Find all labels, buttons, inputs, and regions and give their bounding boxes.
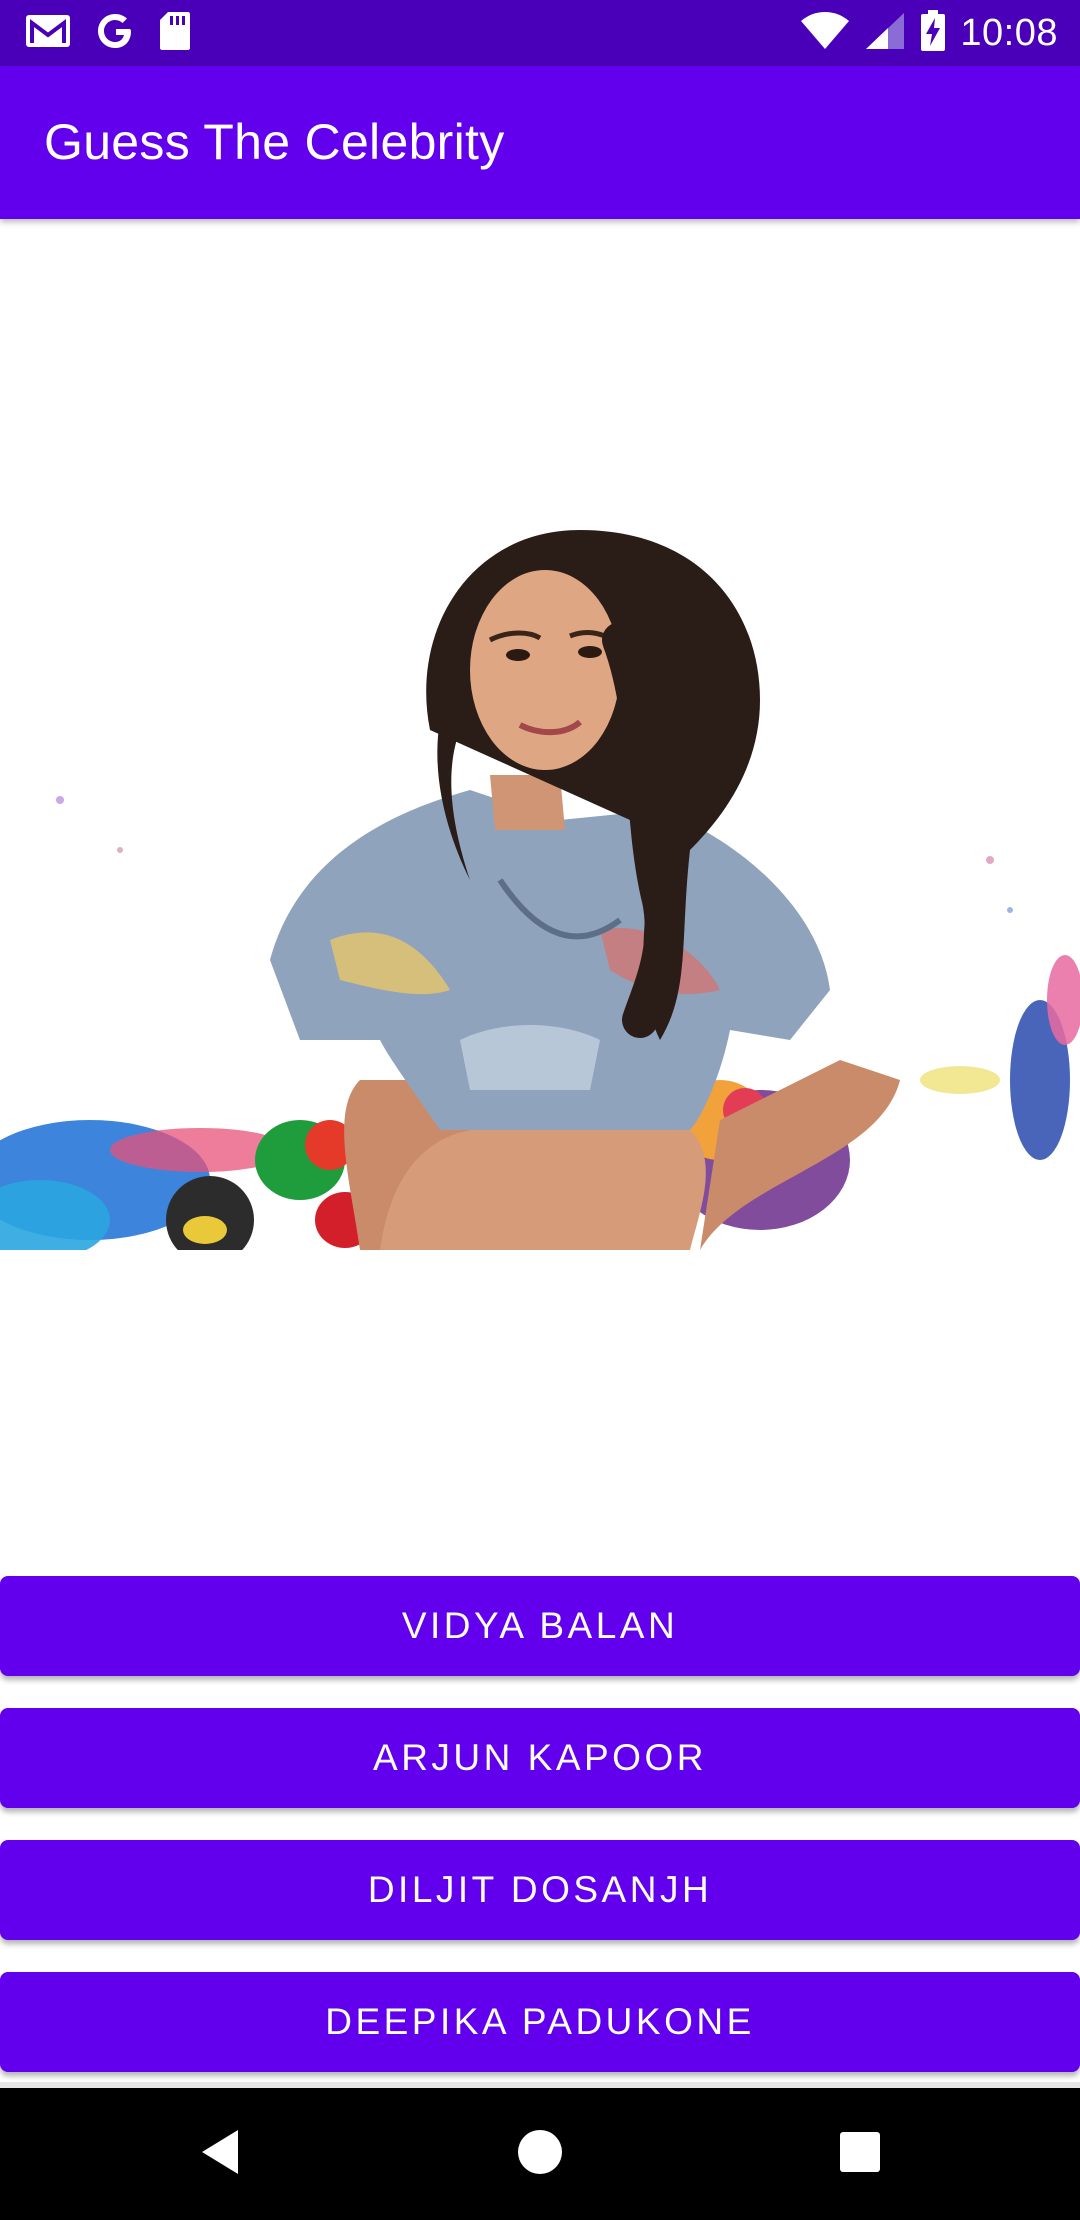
status-system-icons: 10:08	[800, 8, 1058, 58]
signal-icon	[864, 11, 906, 55]
recents-button[interactable]	[780, 2088, 940, 2220]
battery-charging-icon	[920, 10, 946, 56]
answer-button-4[interactable]: DEEPIKA PADUKONE	[0, 1972, 1080, 2072]
answer-button-2[interactable]: ARJUN KAPOOR	[0, 1708, 1080, 1808]
answer-button-3[interactable]: DILJIT DOSANJH	[0, 1840, 1080, 1940]
wifi-icon	[800, 11, 850, 55]
app-bar: Guess The Celebrity	[0, 66, 1080, 219]
home-icon	[516, 2128, 564, 2180]
google-icon	[94, 10, 136, 56]
app-screen: 10:08 Guess The Celebrity VIDYA BALAN AR…	[0, 0, 1080, 2220]
status-bar: 10:08	[0, 0, 1080, 66]
status-time: 10:08	[960, 11, 1058, 54]
recents-icon	[838, 2130, 882, 2178]
navigation-bar	[0, 2088, 1080, 2220]
status-notification-icons	[24, 10, 192, 56]
app-title: Guess The Celebrity	[44, 114, 505, 170]
back-icon	[198, 2128, 242, 2180]
back-button[interactable]	[140, 2088, 300, 2220]
gmail-icon	[24, 11, 72, 55]
sd-card-icon	[158, 10, 192, 56]
celebrity-photo	[0, 520, 1080, 1250]
answer-button-1[interactable]: VIDYA BALAN	[0, 1576, 1080, 1676]
home-button[interactable]	[460, 2088, 620, 2220]
